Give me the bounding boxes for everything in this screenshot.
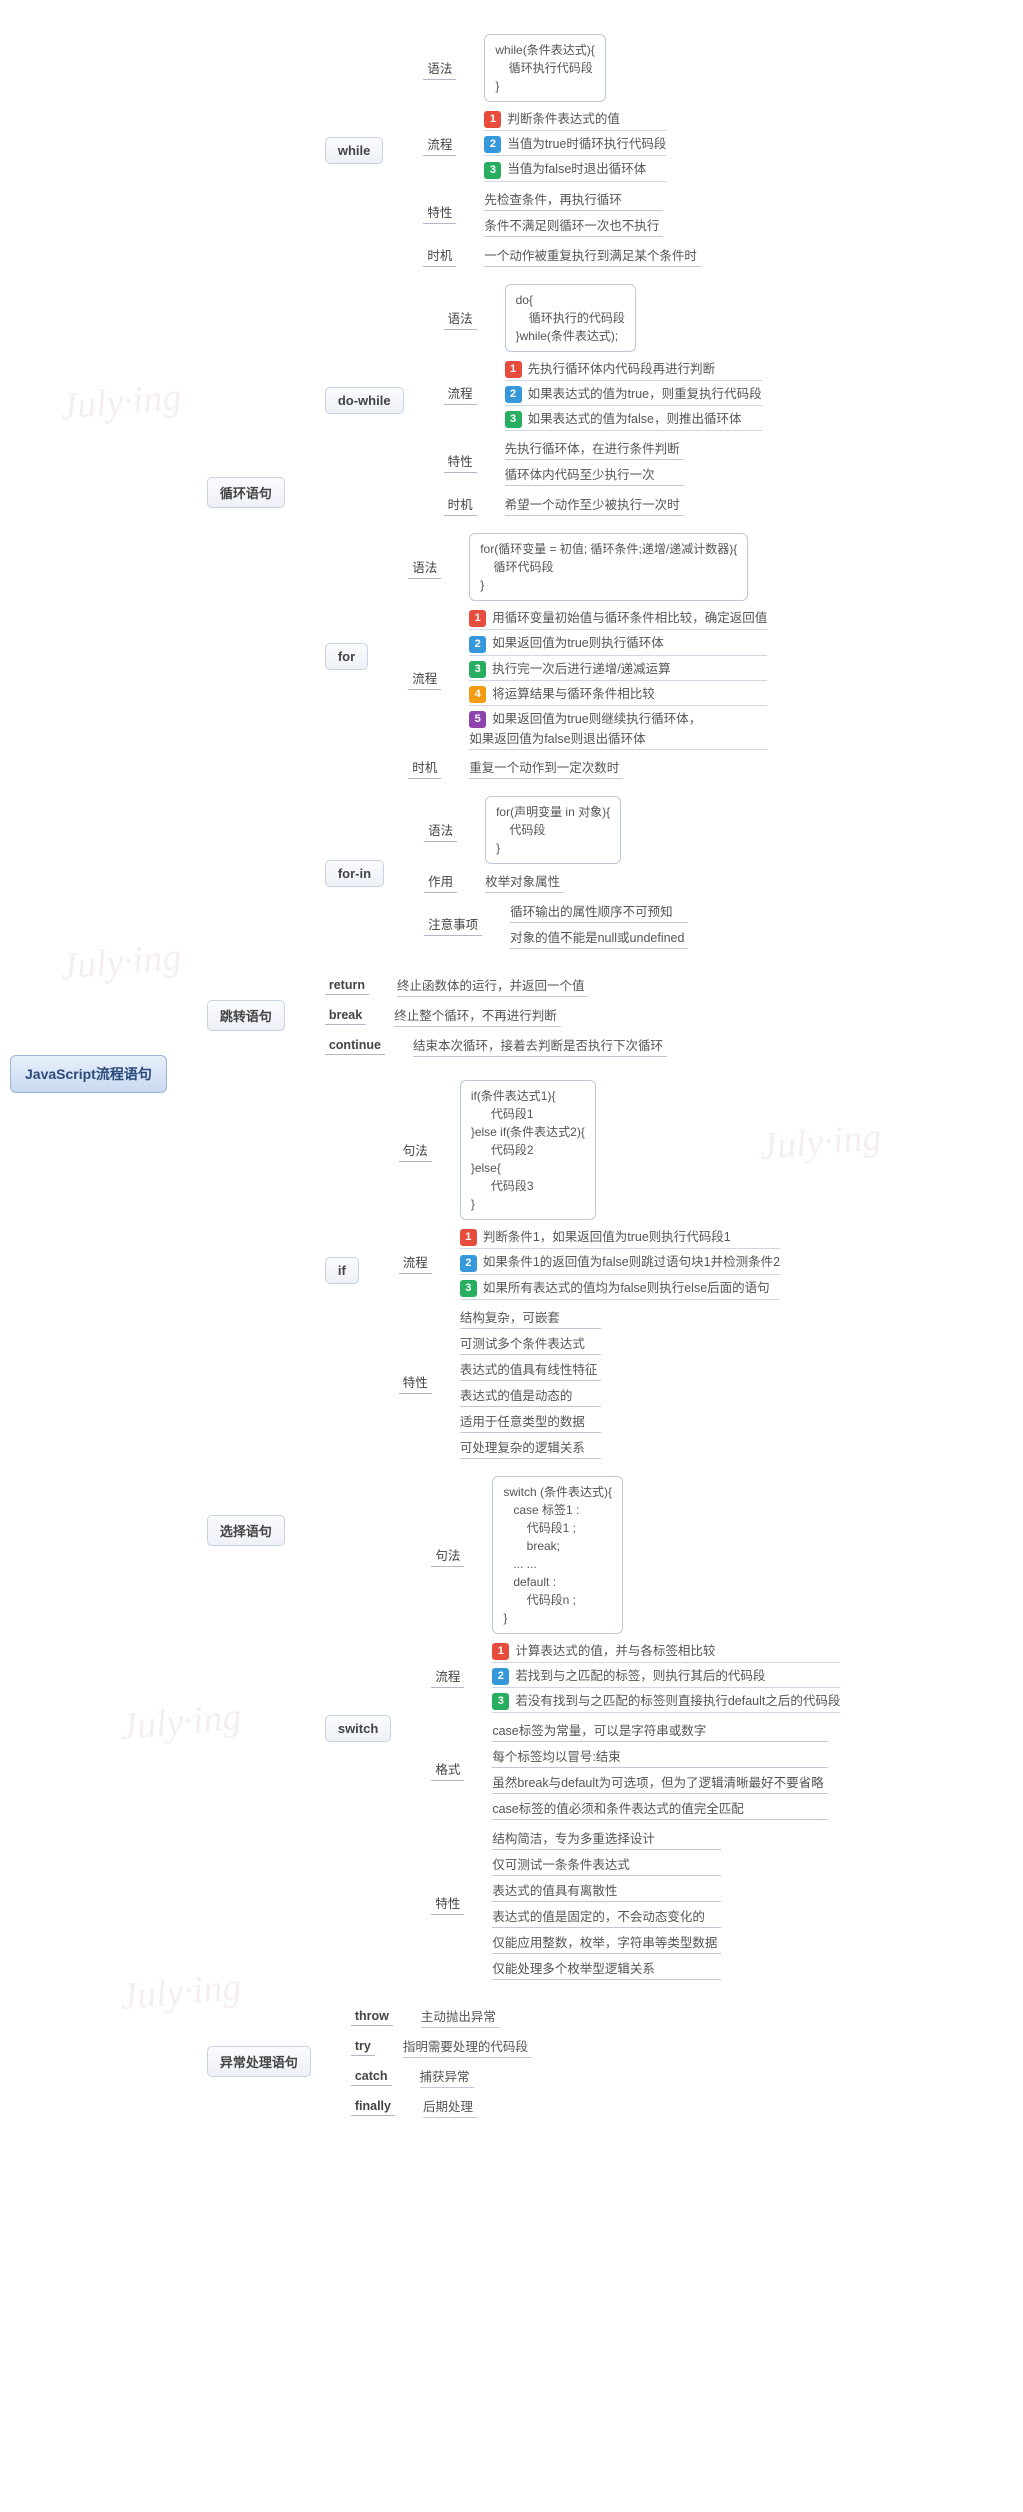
dowhile-timing-label: 时机	[444, 492, 477, 516]
for-timing: 重复一个动作到一定次数时	[469, 755, 623, 779]
node-while: while	[325, 137, 384, 164]
if-trait: 结构复杂，可嵌套 可测试多个条件表达式 表达式的值具有线性特征 表达式的值是动态…	[460, 1304, 602, 1460]
while-trait-label: 特性	[423, 200, 456, 224]
forin-note: 循环输出的属性顺序不可预知 对象的值不能是null或undefined	[510, 898, 688, 950]
dowhile-flow: 1先执行循环体内代码段再进行判断 2如果表达式的值为true，则重复执行代码段 …	[505, 356, 762, 432]
switch-syntax-label: 句法	[431, 1543, 464, 1567]
node-switch: switch	[325, 1715, 391, 1742]
dowhile-trait-label: 特性	[444, 449, 477, 473]
forin-note-label: 注意事项	[424, 912, 482, 936]
while-timing: 一个动作被重复执行到满足某个条件时	[484, 243, 701, 267]
node-dowhile: do-while	[325, 387, 404, 414]
while-timing-label: 时机	[423, 243, 456, 267]
continue-desc: 结束本次循环，接着去判断是否执行下次循环	[413, 1033, 667, 1057]
switch-format-label: 格式	[431, 1757, 464, 1781]
branch-exception: 异常处理语句	[207, 2046, 311, 2077]
if-syntax: if(条件表达式1){ 代码段1 }else if(条件表达式2){ 代码段2 …	[460, 1080, 596, 1220]
while-trait: 先检查条件，再执行循环 条件不满足则循环一次也不执行	[484, 186, 663, 238]
while-syntax-label: 语法	[423, 56, 456, 80]
return-desc: 终止函数体的运行，并返回一个值	[397, 973, 589, 997]
while-flow: 1判断条件表达式的值 2当值为true时循环执行代码段 3当值为false时退出…	[484, 106, 666, 182]
branch-jump: 跳转语句	[207, 1000, 285, 1031]
mindmap-root: JavaScript流程语句 循环语句 while 语法 while(条件表达式…	[10, 20, 1013, 2127]
break-desc: 终止整个循环，不再进行判断	[394, 1003, 561, 1027]
for-flow: 1用循环变量初始值与循环条件相比较，确定返回值 2如果返回值为true则执行循环…	[469, 605, 767, 750]
dowhile-flow-label: 流程	[444, 381, 477, 405]
forin-role: 枚举对象属性	[485, 869, 564, 893]
dowhile-syntax-label: 语法	[444, 306, 477, 330]
while-flow-label: 流程	[423, 132, 456, 156]
if-flow: 1判断条件1，如果返回值为true则执行代码段1 2如果条件1的返回值为fals…	[460, 1224, 780, 1300]
branch-loop: 循环语句	[207, 477, 285, 508]
if-flow-label: 流程	[399, 1250, 432, 1274]
if-syntax-label: 句法	[399, 1138, 432, 1162]
node-catch: catch	[351, 2067, 392, 2086]
node-break: break	[325, 1006, 366, 1025]
catch-desc: 捕获异常	[420, 2064, 474, 2088]
for-syntax: for(循环变量 = 初值; 循环条件;递增/递减计数器){ 循环代码段 }	[469, 533, 748, 601]
node-continue: continue	[325, 1036, 385, 1055]
node-for: for	[325, 643, 368, 670]
if-trait-label: 特性	[399, 1370, 432, 1394]
dowhile-trait: 先执行循环体，在进行条件判断 循环体内代码至少执行一次	[505, 435, 684, 487]
root-node: JavaScript流程语句	[10, 1055, 167, 1093]
branch-select: 选择语句	[207, 1515, 285, 1546]
for-flow-label: 流程	[408, 666, 441, 690]
try-desc: 指明需要处理的代码段	[403, 2034, 532, 2058]
node-forin: for-in	[325, 860, 384, 887]
forin-role-label: 作用	[424, 869, 457, 893]
forin-syntax-label: 语法	[424, 818, 457, 842]
node-return: return	[325, 976, 369, 995]
dowhile-timing: 希望一个动作至少被执行一次时	[505, 492, 684, 516]
forin-syntax: for(声明变量 in 对象){ 代码段 }	[485, 796, 621, 864]
for-syntax-label: 语法	[408, 555, 441, 579]
node-try: try	[351, 2037, 375, 2056]
finally-desc: 后期处理	[423, 2094, 477, 2118]
switch-trait-label: 特性	[431, 1891, 464, 1915]
node-throw: throw	[351, 2007, 393, 2026]
switch-trait: 结构简洁，专为多重选择设计 仅可测试一条条件表达式 表达式的值具有离散性 表达式…	[492, 1825, 721, 1981]
for-timing-label: 时机	[408, 755, 441, 779]
switch-syntax: switch (条件表达式){ case 标签1 : 代码段1 ; break;…	[492, 1476, 623, 1634]
switch-flow-label: 流程	[431, 1664, 464, 1688]
switch-flow: 1计算表达式的值，并与各标签相比较 2若找到与之匹配的标签，则执行其后的代码段 …	[492, 1638, 840, 1714]
throw-desc: 主动抛出异常	[421, 2004, 500, 2028]
node-if: if	[325, 1257, 359, 1284]
while-syntax: while(条件表达式){ 循环执行代码段 }	[484, 34, 605, 102]
dowhile-syntax: do{ 循环执行的代码段 }while(条件表达式);	[505, 284, 636, 352]
node-finally: finally	[351, 2097, 395, 2116]
switch-format: case标签为常量，可以是字符串或数字 每个标签均以冒号:结束 虽然break与…	[492, 1717, 827, 1821]
